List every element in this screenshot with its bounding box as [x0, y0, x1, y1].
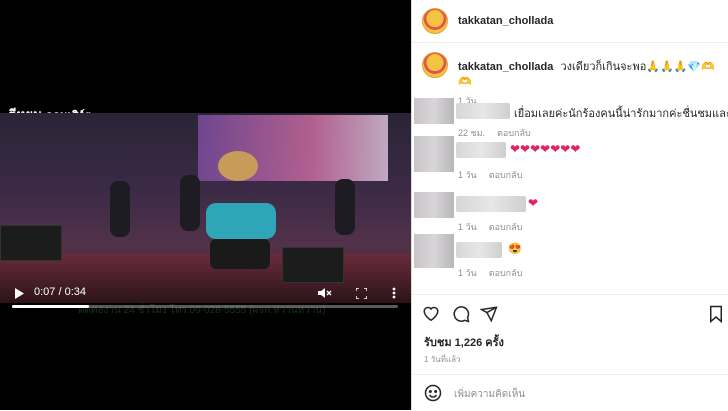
bookmark-icon	[710, 305, 722, 324]
more-icon	[392, 287, 396, 299]
heart-icon	[423, 306, 439, 322]
video-progress-bar[interactable]	[12, 305, 398, 308]
comment-icon	[453, 306, 470, 323]
post-sidebar: takkatan_chollada takkatan_chollada วงเด…	[411, 0, 728, 410]
comment-age: 1 วัน	[458, 222, 477, 232]
reply-button[interactable]: ตอบกลับ	[497, 128, 531, 138]
emoji-button[interactable]	[424, 384, 442, 402]
comment-avatar[interactable]	[414, 136, 454, 172]
comment-text: 😍	[508, 243, 522, 255]
comment-username[interactable]	[456, 242, 502, 258]
video-player[interactable]: ตีหยุน คอนเสิร์ต ติดต่องาน 24 ชั่วโมง โท…	[0, 0, 411, 410]
play-button[interactable]	[10, 282, 28, 304]
video-progress-fill	[12, 305, 90, 308]
caption-username[interactable]: takkatan_chollada	[458, 61, 553, 73]
video-frame	[0, 113, 411, 303]
singer	[200, 151, 280, 271]
avatar[interactable]	[422, 8, 448, 34]
comment-text: เยื่อมเลยค่ะนักร้องคนนี้น่ารักมากค่ะชื่น…	[514, 108, 728, 120]
keyboardist	[110, 181, 130, 237]
comment-age: 22 ชม.	[458, 128, 486, 138]
action-bar	[412, 294, 728, 335]
post-header: takkatan_chollada	[412, 0, 728, 43]
post-timestamp: 1 วันที่แล้ว	[424, 355, 461, 364]
more-options-button[interactable]	[384, 282, 404, 304]
fullscreen-button[interactable]	[350, 282, 372, 304]
header-username[interactable]: takkatan_chollada	[458, 15, 553, 27]
comment-input[interactable]	[452, 384, 716, 404]
guitarist	[180, 175, 200, 231]
add-comment-bar	[412, 374, 728, 411]
mute-button[interactable]	[314, 282, 336, 304]
share-button[interactable]	[479, 305, 500, 325]
comment-username[interactable]	[456, 196, 526, 212]
speaker-left	[0, 225, 62, 261]
share-icon	[479, 306, 498, 323]
comment-text: ❤	[528, 196, 539, 210]
reply-button[interactable]: ตอบกลับ	[489, 170, 523, 180]
emoji-icon	[424, 384, 442, 402]
comment-username[interactable]	[456, 142, 506, 158]
comment-age: 1 วัน	[458, 268, 477, 278]
comment-list[interactable]: เยื่อมเลยค่ะนักร้องคนนี้น่ารักมากค่ะชื่น…	[412, 92, 728, 290]
play-icon	[15, 287, 24, 299]
comment-avatar[interactable]	[414, 192, 454, 218]
reply-button[interactable]: ตอบกลับ	[489, 268, 523, 278]
like-button[interactable]	[422, 305, 442, 325]
comment-avatar[interactable]	[414, 234, 454, 268]
caption-avatar[interactable]	[422, 52, 448, 78]
comment-button[interactable]	[452, 305, 472, 325]
bassist	[335, 179, 355, 235]
comment-avatar[interactable]	[414, 98, 454, 124]
view-count[interactable]: รับชม 1,226 ครั้ง	[424, 333, 504, 351]
volume-muted-icon	[318, 288, 332, 298]
comment-age: 1 วัน	[458, 170, 477, 180]
bookmark-button[interactable]	[708, 305, 728, 325]
comment-username[interactable]	[456, 103, 510, 119]
video-time: 0:07 / 0:34	[34, 286, 86, 298]
comment-text: ❤❤❤❤❤❤❤	[510, 142, 581, 156]
fullscreen-icon	[355, 287, 367, 299]
reply-button[interactable]: ตอบกลับ	[489, 222, 523, 232]
